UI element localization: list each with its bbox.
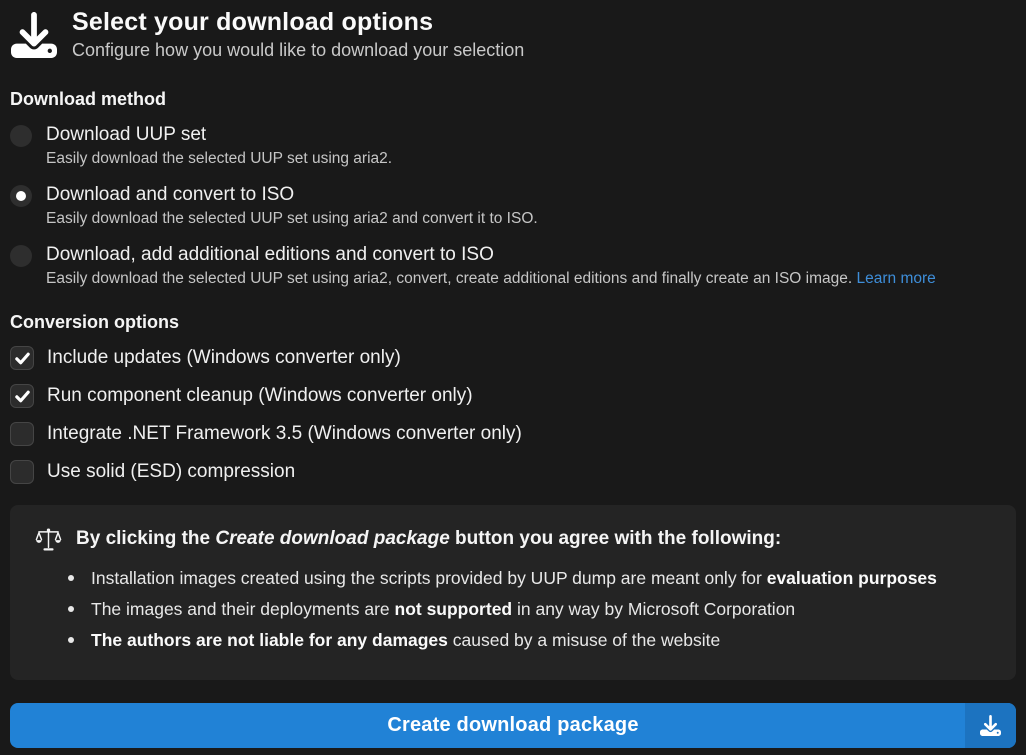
checkbox[interactable] xyxy=(10,346,34,370)
check-icon xyxy=(14,350,31,367)
check-icon xyxy=(14,388,31,405)
header-text: Select your download options Configure h… xyxy=(72,8,524,62)
learn-more-link[interactable]: Learn more xyxy=(857,270,936,287)
checkbox-label: Run component cleanup (Windows converter… xyxy=(47,383,473,409)
checkbox[interactable] xyxy=(10,460,34,484)
radio-button[interactable] xyxy=(10,185,32,207)
agreement-heading: By clicking the Create download package … xyxy=(76,527,781,551)
download-icon xyxy=(10,10,58,60)
agreement-list: Installation images created using the sc… xyxy=(66,566,991,652)
checkbox-label: Use solid (ESD) compression xyxy=(47,459,295,485)
radio-description: Easily download the selected UUP set usi… xyxy=(46,148,392,169)
checkbox-option-net-framework[interactable]: Integrate .NET Framework 3.5 (Windows co… xyxy=(10,421,1016,447)
radio-button[interactable] xyxy=(10,245,32,267)
agreement-bullet: The images and their deployments are not… xyxy=(66,597,991,621)
checkbox-option-include-updates[interactable]: Include updates (Windows converter only) xyxy=(10,345,1016,371)
radio-label: Download, add additional editions and co… xyxy=(46,242,936,268)
radio-option-download-uup-set[interactable]: Download UUP set Easily download the sel… xyxy=(10,122,1016,169)
checkbox[interactable] xyxy=(10,422,34,446)
agreement-bullet: Installation images created using the sc… xyxy=(66,566,991,590)
radio-option-download-additional-editions[interactable]: Download, add additional editions and co… xyxy=(10,242,1016,289)
radio-label: Download and convert to ISO xyxy=(46,182,538,208)
radio-description: Easily download the selected UUP set usi… xyxy=(46,208,538,229)
radio-description: Easily download the selected UUP set usi… xyxy=(46,268,936,289)
checkbox[interactable] xyxy=(10,384,34,408)
agreement-box: By clicking the Create download package … xyxy=(10,505,1016,680)
agreement-bullet: The authors are not liable for any damag… xyxy=(66,628,991,652)
download-icon[interactable] xyxy=(965,703,1016,748)
page-title: Select your download options xyxy=(72,8,524,37)
download-method-heading: Download method xyxy=(10,88,1016,110)
conversion-options-heading: Conversion options xyxy=(10,311,1016,333)
page-subtitle: Configure how you would like to download… xyxy=(72,38,524,62)
checkbox-label: Include updates (Windows converter only) xyxy=(47,345,401,371)
checkbox-option-component-cleanup[interactable]: Run component cleanup (Windows converter… xyxy=(10,383,1016,409)
radio-option-download-convert-iso[interactable]: Download and convert to ISO Easily downl… xyxy=(10,182,1016,229)
checkbox-label: Integrate .NET Framework 3.5 (Windows co… xyxy=(47,421,522,447)
page-header: Select your download options Configure h… xyxy=(10,8,1016,62)
radio-label: Download UUP set xyxy=(46,122,392,148)
agreement-heading-row: By clicking the Create download package … xyxy=(35,527,991,551)
create-button-label: Create download package xyxy=(387,714,638,737)
radio-button[interactable] xyxy=(10,125,32,147)
download-options-panel: Select your download options Configure h… xyxy=(0,0,1026,748)
balance-scale-icon xyxy=(35,527,62,551)
checkbox-option-esd-compression[interactable]: Use solid (ESD) compression xyxy=(10,459,1016,485)
create-download-package-button[interactable]: Create download package xyxy=(10,703,1016,748)
agreement-button-name: Create download package xyxy=(215,528,449,549)
